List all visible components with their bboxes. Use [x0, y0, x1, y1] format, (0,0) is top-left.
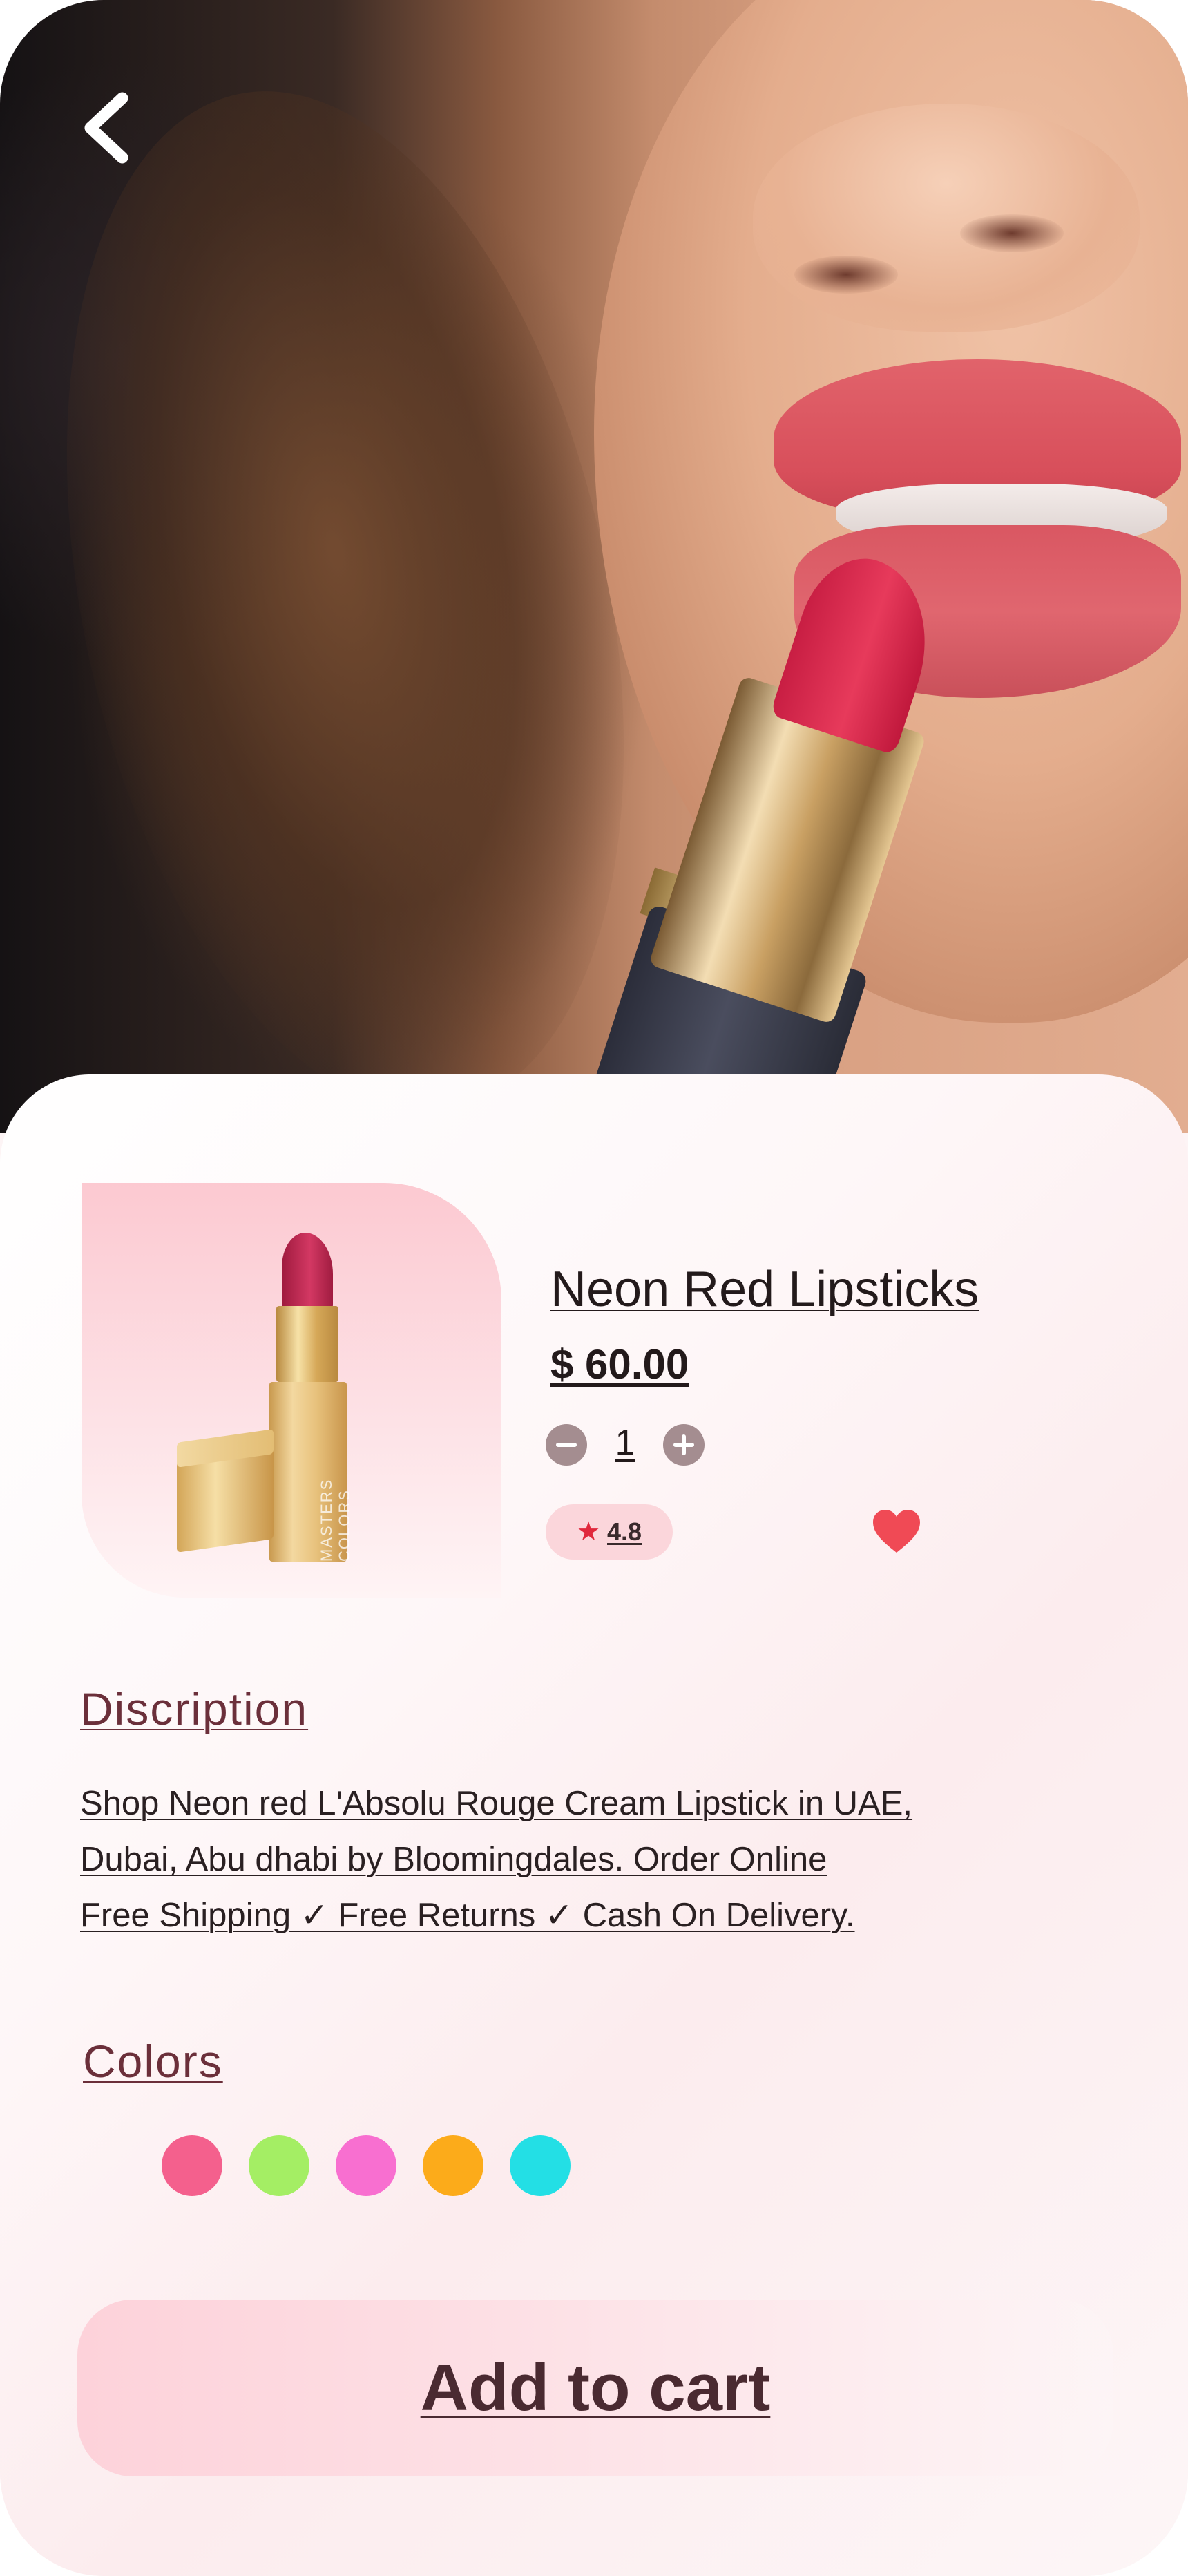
- add-to-cart-button[interactable]: Add to cart: [77, 2300, 1113, 2476]
- star-icon: ★: [576, 1517, 601, 1546]
- decrease-quantity-button[interactable]: [546, 1424, 587, 1466]
- description-line: Shop Neon red L'Absolu Rouge Cream Lipst…: [80, 1785, 913, 1822]
- hero-hair: [0, 39, 710, 1163]
- color-swatch-cyan[interactable]: [510, 2135, 571, 2196]
- product-thumbnail: MASTERS COLORS: [82, 1183, 501, 1598]
- product-title: Neon Red Lipsticks: [550, 1262, 979, 1317]
- minus-icon: [556, 1443, 577, 1447]
- description-line: Free Shipping ✓ Free Returns ✓ Cash On D…: [80, 1897, 855, 1934]
- back-button[interactable]: [69, 83, 145, 173]
- heart-icon[interactable]: [872, 1508, 921, 1554]
- quantity-value: 1: [615, 1423, 635, 1463]
- add-to-cart-label: Add to cart: [420, 2351, 771, 2425]
- hero-photo: [0, 0, 1188, 1211]
- color-swatch-magenta[interactable]: [336, 2135, 396, 2196]
- description-line: Dubai, Abu dhabi by Bloomingdales. Order…: [80, 1841, 827, 1878]
- description-heading: Discription: [80, 1683, 309, 1734]
- rating-value: 4.8: [607, 1517, 642, 1546]
- hero-nostril-right: [960, 214, 1064, 252]
- color-swatches: [162, 2135, 571, 2196]
- product-detail-screen: MASTERS COLORS Neon Red Lipsticks $ 60.0…: [0, 0, 1188, 2576]
- rating-badge: ★ 4.8: [546, 1504, 673, 1560]
- thumbnail-brand-text: MASTERS COLORS: [318, 1478, 353, 1562]
- description-text: Shop Neon red L'Absolu Rouge Cream Lipst…: [80, 1776, 1116, 1944]
- plus-icon: [673, 1434, 694, 1455]
- color-swatch-pink[interactable]: [162, 2135, 222, 2196]
- chevron-left-icon: [84, 92, 128, 164]
- color-swatch-green[interactable]: [249, 2135, 309, 2196]
- thumbnail-lipstick-tube: [276, 1306, 338, 1382]
- hero-nostril-left: [794, 256, 898, 294]
- thumbnail-lipstick-bullet: [282, 1233, 333, 1309]
- increase-quantity-button[interactable]: [663, 1424, 705, 1466]
- colors-heading: Colors: [83, 2036, 223, 2087]
- hero-nose: [753, 104, 1140, 332]
- color-swatch-orange[interactable]: [423, 2135, 483, 2196]
- thumbnail-lipstick-body: MASTERS COLORS: [269, 1382, 353, 1562]
- product-price: $ 60.00: [550, 1341, 689, 1388]
